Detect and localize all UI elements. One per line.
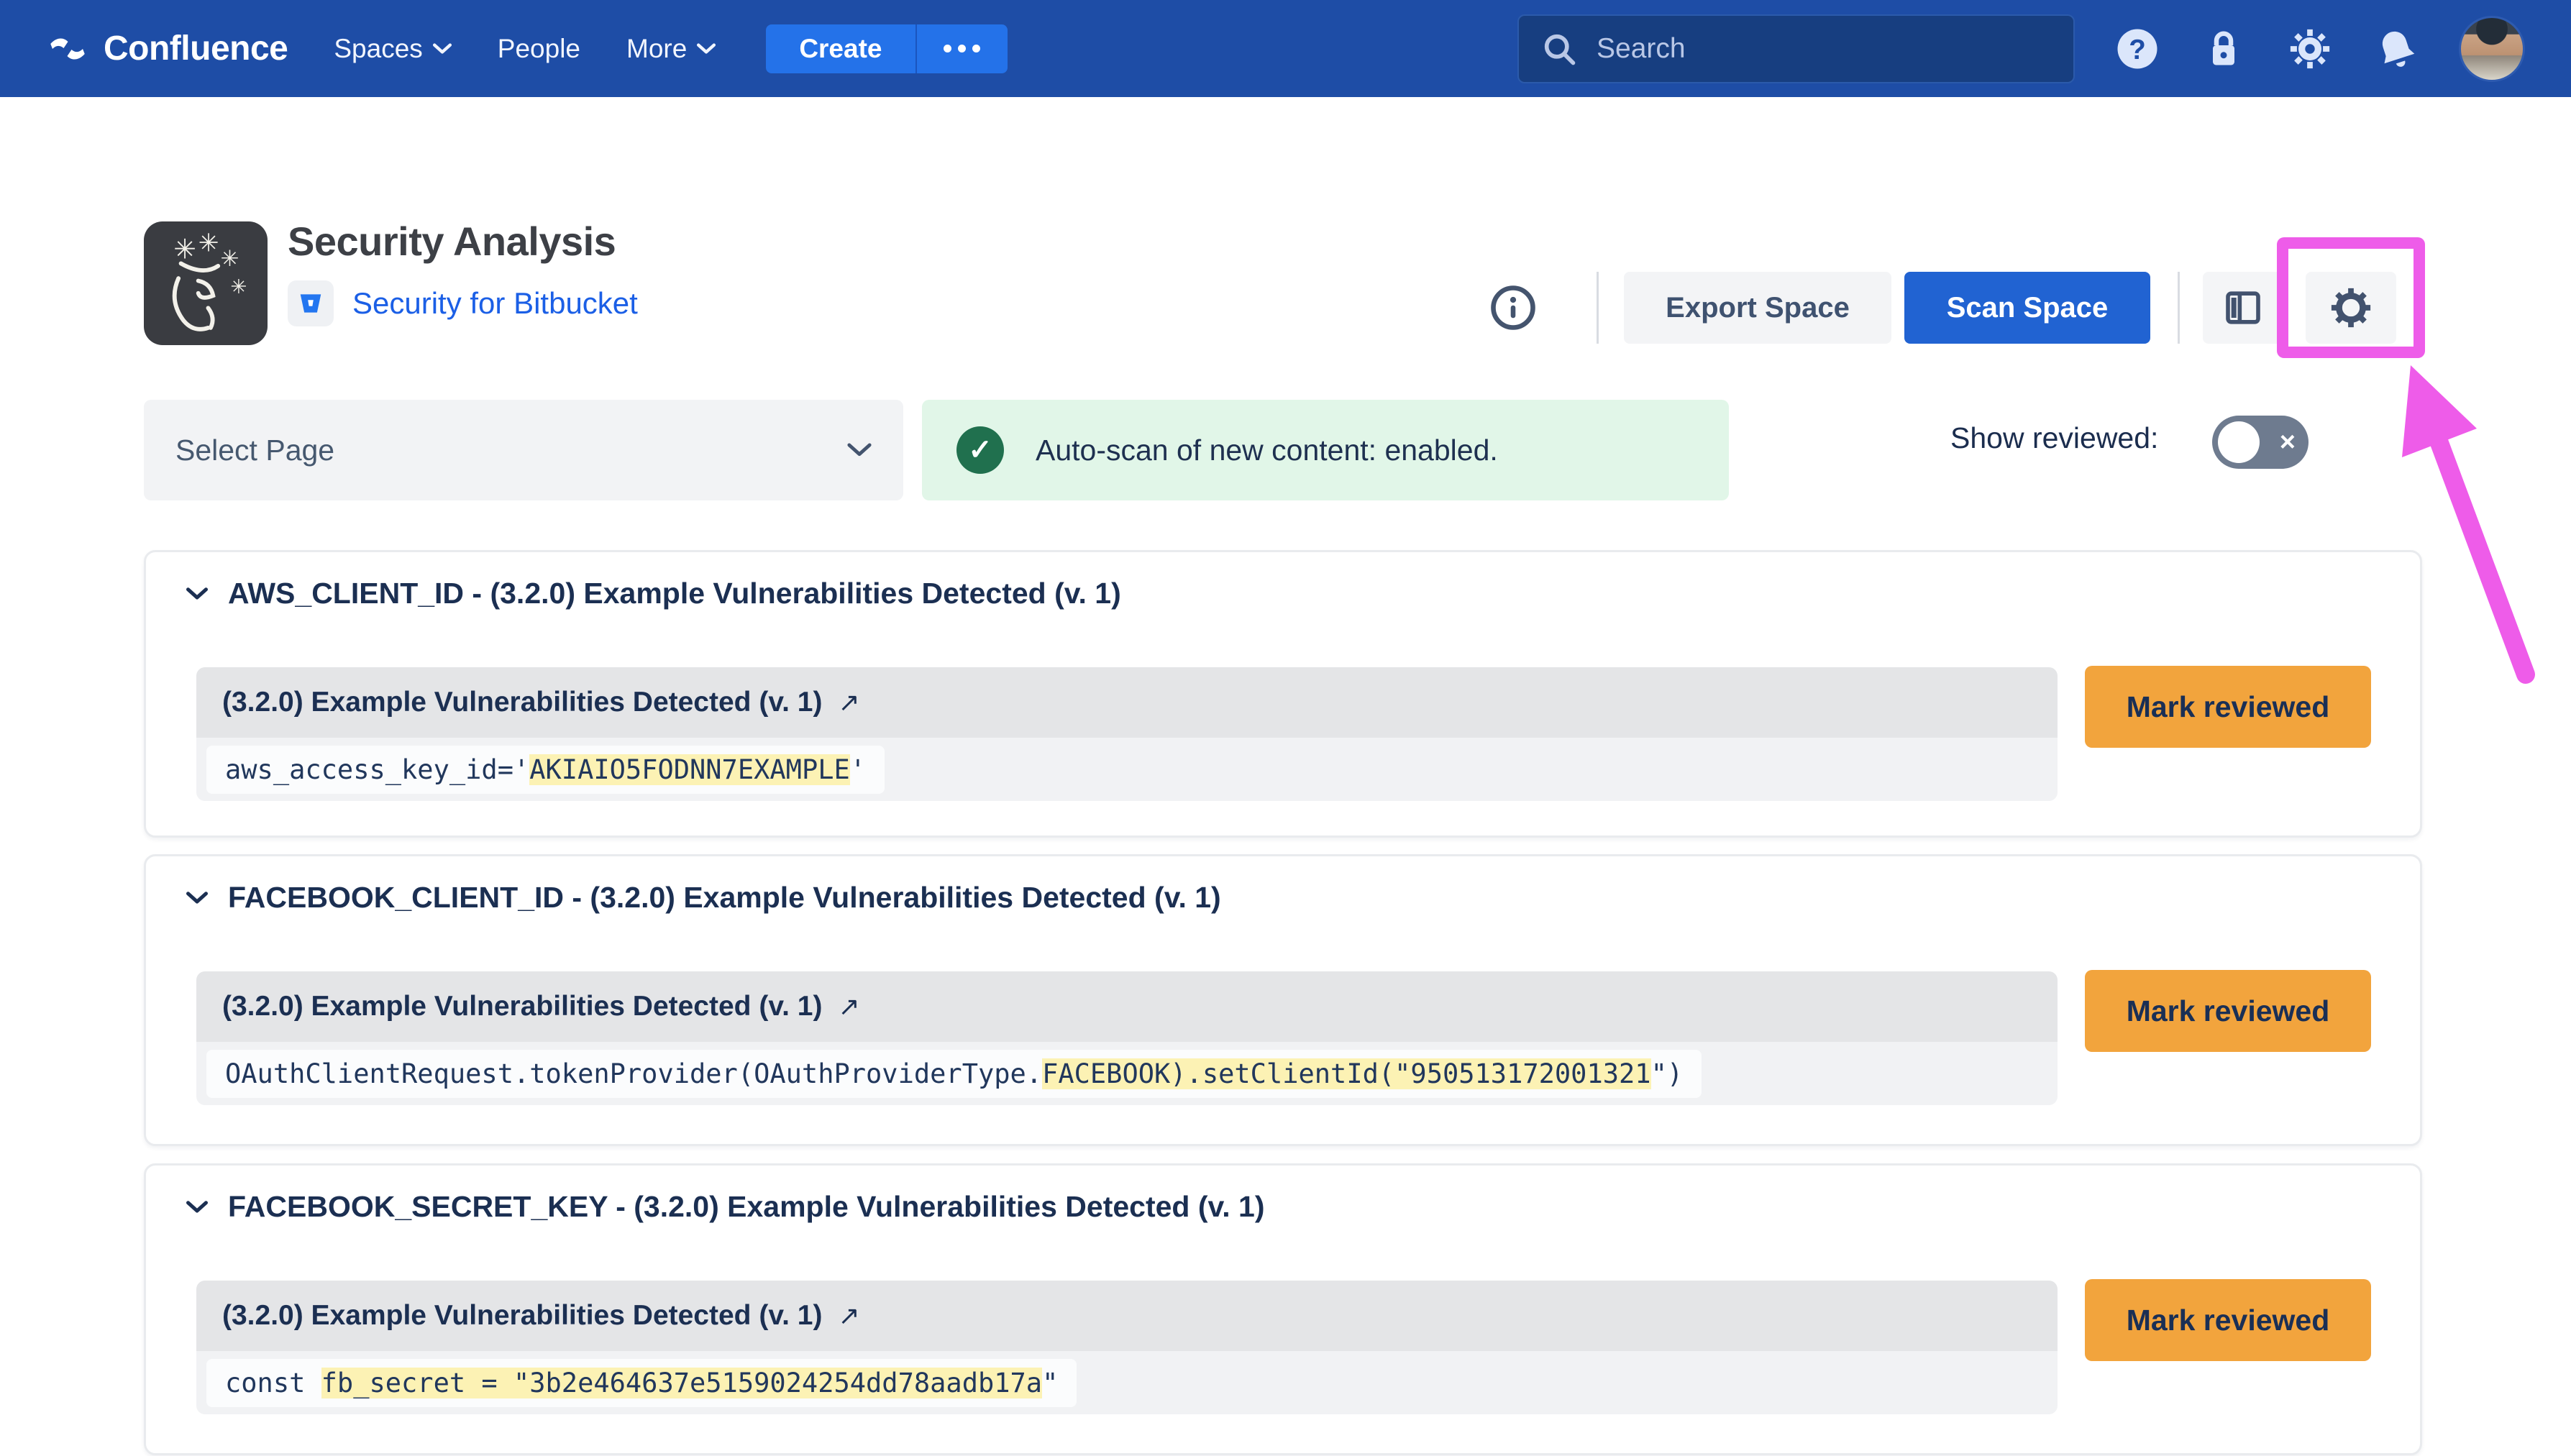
vulnerability-card: FACEBOOK_CLIENT_ID - (3.2.0) Example Vul… — [144, 854, 2422, 1146]
confluence-logo[interactable]: Confluence — [46, 27, 288, 70]
export-space-button[interactable]: Export Space — [1624, 272, 1891, 344]
card-header: FACEBOOK_SECRET_KEY - (3.2.0) Example Vu… — [186, 1190, 2420, 1224]
svg-text:✳: ✳ — [221, 246, 239, 272]
search-input[interactable] — [1595, 32, 2052, 65]
nav-item-spaces-label: Spaces — [334, 34, 422, 64]
space-row: Security for Bitbucket — [288, 280, 638, 326]
nav-menu: Spaces People More — [334, 34, 716, 64]
space-link[interactable]: Security for Bitbucket — [352, 286, 638, 321]
page-header: Security Analysis Security for Bitbucket — [288, 218, 638, 326]
code-row: const fb_secret = "3b2e464637e5159024254… — [196, 1351, 2058, 1414]
nav-item-more-label: More — [626, 34, 687, 64]
svg-text:✳: ✳ — [198, 229, 219, 257]
code-snippet: const fb_secret = "3b2e464637e5159024254… — [206, 1359, 1077, 1407]
svg-text:✳: ✳ — [173, 234, 196, 265]
chevron-down-icon — [433, 43, 452, 55]
help-icon[interactable]: ? — [2114, 25, 2161, 73]
scan-space-button[interactable]: Scan Space — [1904, 272, 2150, 344]
finding-page-link[interactable]: (3.2.0) Example Vulnerabilities Detected… — [222, 1300, 822, 1332]
code-snippet: OAuthClientRequest.tokenProvider(OAuthPr… — [206, 1050, 1702, 1098]
chevron-down-icon — [697, 43, 716, 55]
info-icon[interactable] — [1489, 284, 1537, 331]
divider — [2178, 272, 2180, 344]
finding-page-link[interactable]: (3.2.0) Example Vulnerabilities Detected… — [222, 991, 822, 1022]
space-avatar-art: ✳ ✳ ✳ ✳ — [144, 221, 268, 345]
notification-bell-icon[interactable] — [2373, 25, 2420, 73]
nav-item-people[interactable]: People — [498, 34, 580, 64]
lock-icon[interactable] — [2200, 25, 2247, 73]
external-link-icon[interactable]: ↗ — [838, 687, 859, 718]
secret-highlight: AKIAIO5FODNN7EXAMPLE — [529, 754, 850, 785]
select-page-label: Select Page — [175, 434, 334, 467]
sidebar-layout-button[interactable] — [2203, 272, 2283, 344]
collapse-chevron-icon[interactable] — [186, 1200, 208, 1214]
code-row: aws_access_key_id='AKIAIO5FODNN7EXAMPLE' — [196, 738, 2058, 801]
finding-page-link[interactable]: (3.2.0) Example Vulnerabilities Detected… — [222, 687, 822, 718]
nav-item-people-label: People — [498, 34, 580, 64]
vulnerability-title: AWS_CLIENT_ID - (3.2.0) Example Vulnerab… — [228, 577, 1121, 610]
card-header: AWS_CLIENT_ID - (3.2.0) Example Vulnerab… — [186, 577, 2420, 610]
external-link-icon[interactable]: ↗ — [838, 1301, 859, 1331]
code-row: OAuthClientRequest.tokenProvider(OAuthPr… — [196, 1042, 2058, 1105]
nav-item-more[interactable]: More — [626, 34, 716, 64]
mark-reviewed-button[interactable]: Mark reviewed — [2085, 666, 2371, 748]
create-button-group: Create — [766, 24, 1007, 73]
user-avatar[interactable] — [2459, 16, 2525, 82]
bitbucket-icon — [297, 290, 324, 317]
secret-highlight: FACEBOOK).setClientId("950513172001321 — [1042, 1058, 1650, 1089]
svg-text:?: ? — [2129, 34, 2146, 65]
confluence-logo-icon — [46, 27, 89, 70]
nav-right-section: ? — [1517, 14, 2525, 83]
mark-reviewed-button[interactable]: Mark reviewed — [2085, 1279, 2371, 1361]
vulnerability-title: FACEBOOK_CLIENT_ID - (3.2.0) Example Vul… — [228, 881, 1221, 915]
vulnerability-card: FACEBOOK_SECRET_KEY - (3.2.0) Example Vu… — [144, 1163, 2422, 1455]
finding-page-bar: (3.2.0) Example Vulnerabilities Detected… — [196, 1281, 2058, 1351]
vulnerability-card: AWS_CLIENT_ID - (3.2.0) Example Vulnerab… — [144, 550, 2422, 838]
divider — [1597, 272, 1599, 344]
space-settings-button[interactable] — [2306, 272, 2396, 344]
search-icon — [1540, 30, 1578, 68]
toggle-off-x-icon: × — [2280, 429, 2296, 456]
show-reviewed-toggle[interactable]: × — [2212, 416, 2309, 469]
autoscan-status-banner: ✓ Auto-scan of new content: enabled. — [922, 400, 1729, 500]
more-options-icon[interactable] — [915, 24, 1008, 73]
card-header: FACEBOOK_CLIENT_ID - (3.2.0) Example Vul… — [186, 881, 2420, 915]
gear-icon[interactable] — [2286, 25, 2334, 73]
bitbucket-badge — [288, 280, 334, 326]
brand-name: Confluence — [104, 29, 288, 68]
search-box[interactable] — [1517, 14, 2075, 83]
finding-page-bar: (3.2.0) Example Vulnerabilities Detected… — [196, 971, 2058, 1042]
collapse-chevron-icon[interactable] — [186, 891, 208, 905]
external-link-icon[interactable]: ↗ — [838, 992, 859, 1022]
chevron-down-icon — [847, 442, 872, 458]
mark-reviewed-button[interactable]: Mark reviewed — [2085, 970, 2371, 1052]
show-reviewed-label: Show reviewed: — [1950, 421, 2158, 455]
settings-gear-icon — [2329, 285, 2373, 330]
space-avatar[interactable]: ✳ ✳ ✳ ✳ — [144, 221, 268, 345]
page-title: Security Analysis — [288, 218, 638, 265]
finding-page-bar: (3.2.0) Example Vulnerabilities Detected… — [196, 667, 2058, 738]
top-navigation-bar: Confluence Spaces People More Create — [0, 0, 2571, 97]
toggle-knob — [2218, 421, 2260, 463]
secret-highlight: fb_secret = "3b2e464637e5159024254dd78aa… — [321, 1368, 1042, 1398]
autoscan-status-text: Auto-scan of new content: enabled. — [1036, 434, 1498, 467]
select-page-dropdown[interactable]: Select Page — [144, 400, 903, 500]
create-button[interactable]: Create — [766, 24, 915, 73]
sidebar-layout-icon — [2223, 288, 2263, 328]
vulnerability-title: FACEBOOK_SECRET_KEY - (3.2.0) Example Vu… — [228, 1190, 1265, 1224]
svg-text:✳: ✳ — [230, 275, 247, 298]
check-circle-icon: ✓ — [956, 426, 1004, 474]
code-snippet: aws_access_key_id='AKIAIO5FODNN7EXAMPLE' — [206, 746, 885, 794]
collapse-chevron-icon[interactable] — [186, 587, 208, 601]
nav-item-spaces[interactable]: Spaces — [334, 34, 451, 64]
